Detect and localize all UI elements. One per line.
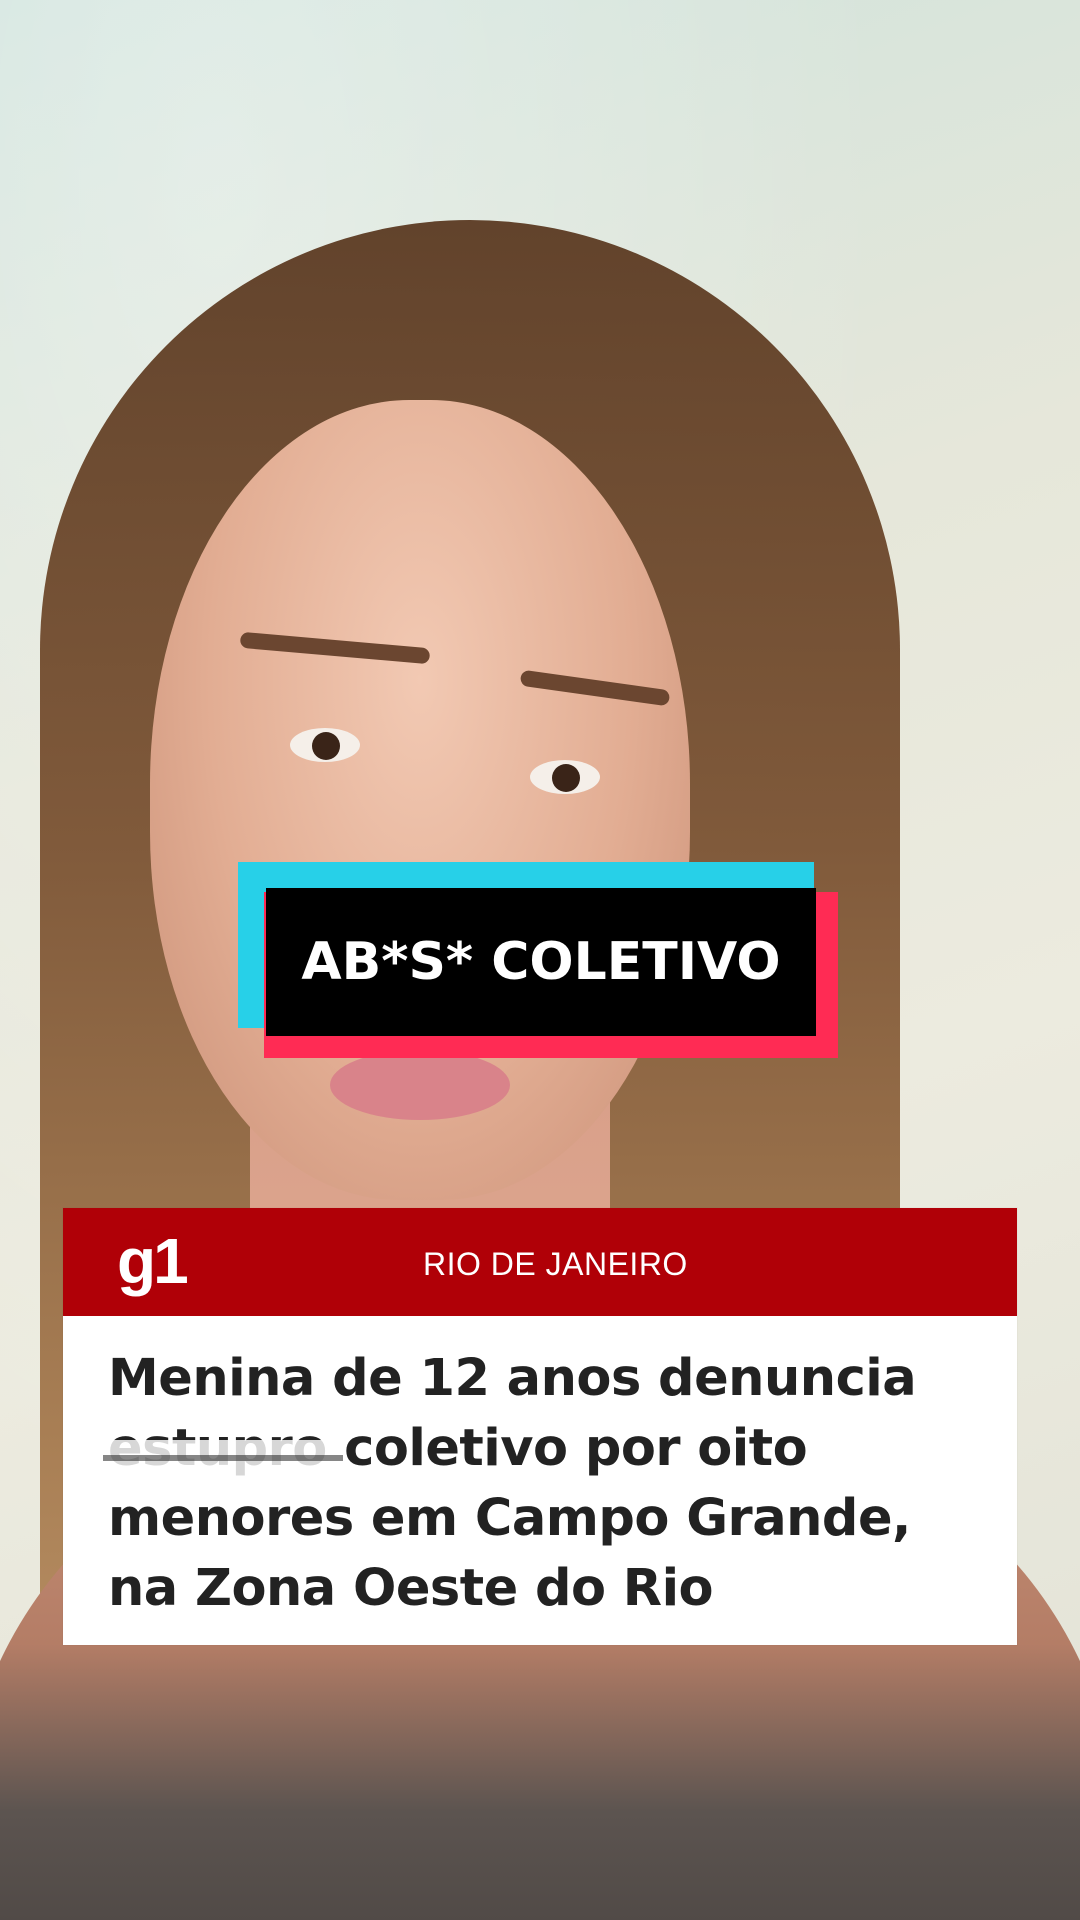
news-card-header: g1 RIO DE JANEIRO	[63, 1208, 1017, 1316]
right-eye	[530, 760, 600, 794]
caption-text: AB*S* COLETIVO	[301, 932, 781, 992]
lips	[330, 1050, 510, 1120]
caption-box: AB*S* COLETIVO	[266, 888, 816, 1036]
g1-logo: g1	[117, 1225, 189, 1297]
overlay-caption: AB*S* COLETIVO	[238, 862, 838, 1058]
news-card: g1 RIO DE JANEIRO Menina de 12 anos denu…	[63, 1208, 1017, 1645]
censor-mark	[103, 1440, 343, 1476]
section-label: RIO DE JANEIRO	[423, 1246, 688, 1282]
left-eye	[290, 728, 360, 762]
news-headline: Menina de 12 anos denuncia estupro colet…	[108, 1349, 917, 1618]
